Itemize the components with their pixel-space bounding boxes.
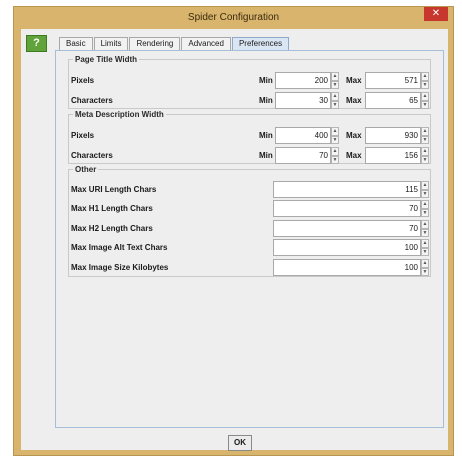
meta-description-pixels-min-input[interactable]: 400 — [275, 127, 331, 144]
page-title-pixels-min-spinner[interactable]: 200 ▲ ▼ — [275, 72, 339, 89]
max-h1-length-label: Max H1 Length Chars — [71, 204, 153, 213]
page-title-characters-min-input[interactable]: 30 — [275, 92, 331, 109]
spinner-up-icon[interactable]: ▲ — [421, 92, 429, 101]
spinner-down-icon[interactable]: ▼ — [421, 247, 429, 256]
page-title-characters-min-spinner[interactable]: 30 ▲ ▼ — [275, 92, 339, 109]
meta-description-characters-max-label: Max — [346, 151, 362, 160]
max-image-alt-text-label: Max Image Alt Text Chars — [71, 243, 168, 252]
spinner-up-icon[interactable]: ▲ — [331, 147, 339, 156]
spinner-up-icon[interactable]: ▲ — [331, 72, 339, 81]
meta-description-width-group: Meta Description Width Pixels Min 400 ▲ ▼… — [68, 110, 431, 164]
spinner-down-icon[interactable]: ▼ — [331, 100, 339, 109]
max-image-size-input[interactable]: 100 — [273, 259, 421, 276]
spinner-down-icon[interactable]: ▼ — [421, 155, 429, 164]
max-h2-length-spinner[interactable]: 70 ▲ ▼ — [273, 220, 429, 237]
meta-description-characters-min-input[interactable]: 70 — [275, 147, 331, 164]
meta-description-characters-label: Characters — [71, 151, 113, 160]
spinner-up-icon[interactable]: ▲ — [421, 127, 429, 136]
other-legend: Other — [75, 165, 97, 174]
page-title-pixels-min-label: Min — [259, 76, 273, 85]
page-title-pixels-row: Pixels Min 200 ▲ ▼ Max 571 ▲ ▼ — [69, 72, 430, 89]
spinner-up-icon[interactable]: ▲ — [421, 147, 429, 156]
page-title-width-legend: Page Title Width — [75, 55, 138, 64]
help-button[interactable]: ? — [26, 35, 47, 52]
max-h2-length-input[interactable]: 70 — [273, 220, 421, 237]
spinner-down-icon[interactable]: ▼ — [331, 80, 339, 89]
spinner-up-icon[interactable]: ▲ — [331, 92, 339, 101]
meta-description-characters-max-spinner[interactable]: 156 ▲ ▼ — [365, 147, 429, 164]
tab-limits[interactable]: Limits — [93, 37, 129, 50]
window-title: Spider Configuration — [187, 12, 280, 23]
dialog-content: ? Basic Limits Rendering Advanced Prefer… — [21, 29, 448, 451]
close-button[interactable]: ✕ — [424, 7, 448, 21]
meta-description-width-legend: Meta Description Width — [75, 110, 164, 119]
max-h2-length-row: Max H2 Length Chars 70 ▲ ▼ — [69, 220, 430, 237]
max-h1-length-input[interactable]: 70 — [273, 200, 421, 217]
spinner-down-icon[interactable]: ▼ — [421, 80, 429, 89]
max-uri-length-input[interactable]: 115 — [273, 181, 421, 198]
page-title-pixels-label: Pixels — [71, 76, 95, 85]
page-title-pixels-max-label: Max — [346, 76, 362, 85]
tab-preferences[interactable]: Preferences — [231, 37, 290, 51]
tab-basic[interactable]: Basic — [59, 37, 93, 50]
tab-advanced[interactable]: Advanced — [181, 37, 231, 50]
spinner-up-icon[interactable]: ▲ — [421, 200, 429, 209]
tab-bar: Basic Limits Rendering Advanced Preferen… — [59, 37, 290, 51]
spinner-down-icon[interactable]: ▼ — [421, 228, 429, 237]
max-image-alt-text-input[interactable]: 100 — [273, 239, 421, 256]
max-uri-length-spinner[interactable]: 115 ▲ ▼ — [273, 181, 429, 198]
max-h1-length-row: Max H1 Length Chars 70 ▲ ▼ — [69, 200, 430, 217]
meta-description-pixels-row: Pixels Min 400 ▲ ▼ Max 930 ▲ ▼ — [69, 127, 430, 144]
max-image-size-row: Max Image Size Kilobytes 100 ▲ ▼ — [69, 259, 430, 276]
meta-description-pixels-min-spinner[interactable]: 400 ▲ ▼ — [275, 127, 339, 144]
spinner-down-icon[interactable]: ▼ — [421, 267, 429, 276]
spinner-up-icon[interactable]: ▲ — [421, 220, 429, 229]
spinner-down-icon[interactable]: ▼ — [421, 135, 429, 144]
spinner-down-icon[interactable]: ▼ — [331, 135, 339, 144]
ok-button[interactable]: OK — [228, 435, 252, 451]
max-uri-length-row: Max URI Length Chars 115 ▲ ▼ — [69, 181, 430, 198]
other-group: Other Max URI Length Chars 115 ▲ ▼ Max H1… — [68, 165, 431, 277]
page-title-characters-max-input[interactable]: 65 — [365, 92, 421, 109]
meta-description-characters-row: Characters Min 70 ▲ ▼ Max 156 ▲ ▼ — [69, 147, 430, 164]
spider-configuration-dialog: Spider Configuration ✕ ? Basic Limits Re… — [13, 6, 454, 456]
page-title-pixels-max-spinner[interactable]: 571 ▲ ▼ — [365, 72, 429, 89]
page-title-pixels-max-input[interactable]: 571 — [365, 72, 421, 89]
max-uri-length-label: Max URI Length Chars — [71, 185, 157, 194]
meta-description-characters-min-spinner[interactable]: 70 ▲ ▼ — [275, 147, 339, 164]
spinner-down-icon[interactable]: ▼ — [421, 100, 429, 109]
meta-description-pixels-label: Pixels — [71, 131, 95, 140]
meta-description-characters-max-input[interactable]: 156 — [365, 147, 421, 164]
page-title-characters-max-label: Max — [346, 96, 362, 105]
preferences-panel: Page Title Width Pixels Min 200 ▲ ▼ Max 5… — [55, 50, 444, 428]
spinner-up-icon[interactable]: ▲ — [421, 181, 429, 190]
meta-description-pixels-min-label: Min — [259, 131, 273, 140]
page-title-characters-max-spinner[interactable]: 65 ▲ ▼ — [365, 92, 429, 109]
max-image-size-spinner[interactable]: 100 ▲ ▼ — [273, 259, 429, 276]
page-title-characters-label: Characters — [71, 96, 113, 105]
meta-description-pixels-max-input[interactable]: 930 — [365, 127, 421, 144]
spinner-up-icon[interactable]: ▲ — [331, 127, 339, 136]
spinner-up-icon[interactable]: ▲ — [421, 259, 429, 268]
spinner-down-icon[interactable]: ▼ — [421, 208, 429, 217]
page-title-characters-min-label: Min — [259, 96, 273, 105]
tab-rendering[interactable]: Rendering — [129, 37, 181, 50]
page-title-pixels-min-input[interactable]: 200 — [275, 72, 331, 89]
max-image-size-label: Max Image Size Kilobytes — [71, 263, 169, 272]
spinner-up-icon[interactable]: ▲ — [421, 239, 429, 248]
max-h1-length-spinner[interactable]: 70 ▲ ▼ — [273, 200, 429, 217]
max-image-alt-text-spinner[interactable]: 100 ▲ ▼ — [273, 239, 429, 256]
title-bar[interactable]: Spider Configuration ✕ — [14, 7, 453, 29]
page-title-characters-row: Characters Min 30 ▲ ▼ Max 65 ▲ ▼ — [69, 92, 430, 109]
meta-description-characters-min-label: Min — [259, 151, 273, 160]
spinner-up-icon[interactable]: ▲ — [421, 72, 429, 81]
spinner-down-icon[interactable]: ▼ — [331, 155, 339, 164]
max-image-alt-text-row: Max Image Alt Text Chars 100 ▲ ▼ — [69, 239, 430, 256]
page-title-width-group: Page Title Width Pixels Min 200 ▲ ▼ Max 5… — [68, 55, 431, 109]
meta-description-pixels-max-spinner[interactable]: 930 ▲ ▼ — [365, 127, 429, 144]
meta-description-pixels-max-label: Max — [346, 131, 362, 140]
max-h2-length-label: Max H2 Length Chars — [71, 224, 153, 233]
spinner-down-icon[interactable]: ▼ — [421, 189, 429, 198]
